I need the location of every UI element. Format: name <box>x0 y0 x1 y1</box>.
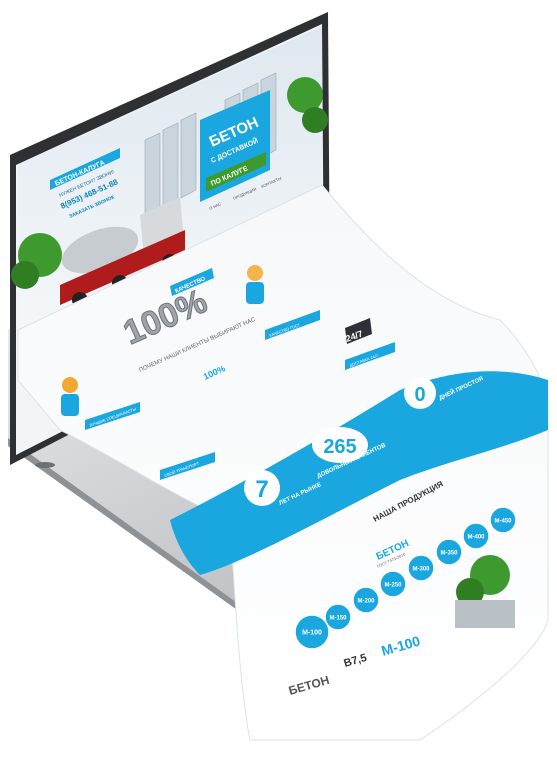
grade-label: М-350 <box>440 551 458 557</box>
grade-circle-М-350[interactable]: М-350 <box>435 538 463 566</box>
grade-circle-М-400[interactable]: М-400 <box>462 522 490 550</box>
grade-circle-М-450[interactable]: М-450 <box>489 506 517 534</box>
stat-clients-value: 265 <box>323 436 356 458</box>
grade-circle-М-250[interactable]: М-250 <box>379 570 407 598</box>
grade-label: М-400 <box>467 535 485 541</box>
grade-label: М-100 <box>302 630 322 637</box>
stat-downtime-value: 0 <box>414 384 425 406</box>
grade-label: М-250 <box>384 583 402 589</box>
grade-circle-М-300[interactable]: М-300 <box>407 554 435 582</box>
stat-years-value: 7 <box>255 476 268 503</box>
grade-label: М-300 <box>412 567 430 573</box>
grade-label: М-150 <box>329 616 347 622</box>
worker-illustration-left <box>61 377 79 416</box>
worker-illustration <box>246 265 264 304</box>
grade-circle-М-150[interactable]: М-150 <box>324 603 352 631</box>
grade-circle-М-100[interactable]: М-100 <box>294 614 330 650</box>
grade-circle-М-200[interactable]: М-200 <box>352 586 380 614</box>
laptop-mockup-illustration: БЕТОН С ДОСТАВКОЙ ПО КАЛУГЕ БЕТОН-КАЛУГА… <box>8 12 549 741</box>
grade-label: М-450 <box>494 519 512 525</box>
grade-label: М-200 <box>357 599 375 605</box>
